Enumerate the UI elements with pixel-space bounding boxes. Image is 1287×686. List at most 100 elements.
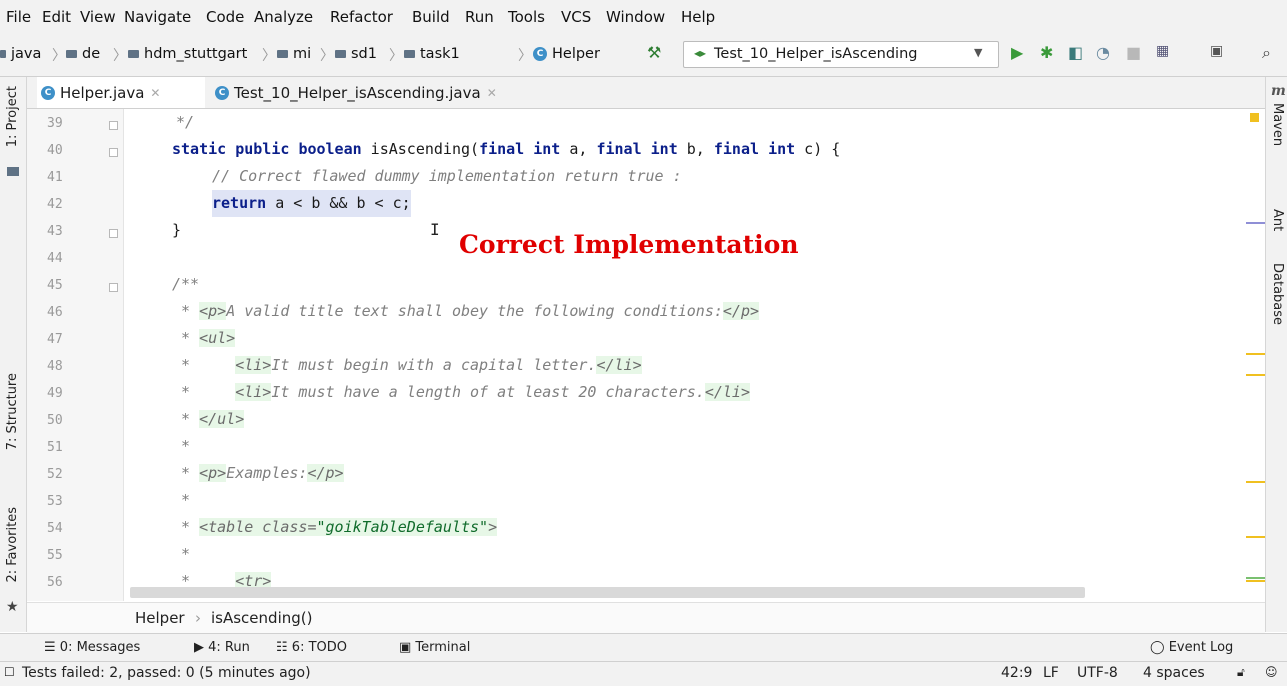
menu-navigate[interactable]: Navigate <box>124 8 191 26</box>
folder-icon <box>335 50 346 58</box>
tool-terminal[interactable]: ▣ Terminal <box>399 640 470 655</box>
breadcrumb-helper[interactable]: C Helper <box>533 46 600 62</box>
line-number: 55 <box>47 548 63 563</box>
todo-icon: ☷ <box>276 640 292 655</box>
star-icon: ★ <box>6 599 19 615</box>
menu-analyze[interactable]: Analyze <box>254 8 313 26</box>
left-tool-strip: 1: Project 7: Structure 2: Favorites ★ <box>0 77 27 632</box>
line-number: 45 <box>47 278 63 293</box>
breadcrumb-method[interactable]: isAscending() <box>211 609 312 627</box>
panel-toggle-icon[interactable]: ☐ <box>4 665 15 679</box>
menu-vcs[interactable]: VCS <box>561 8 591 26</box>
line-separator[interactable]: LF <box>1043 665 1059 681</box>
code-line-43: } <box>172 221 182 239</box>
tool-todo[interactable]: ☷ 6: TODO <box>276 640 347 655</box>
line-number: 50 <box>47 413 63 428</box>
line-number: 56 <box>47 575 63 590</box>
line-number: 39 <box>47 116 63 131</box>
menu-window[interactable]: Window <box>606 8 665 26</box>
right-tool-strip: m Maven Ant Database <box>1265 77 1287 632</box>
tab-maven[interactable]: Maven <box>1270 103 1285 146</box>
chevron-right-icon: 〉 <box>389 48 403 64</box>
line-number: 51 <box>47 440 63 455</box>
horizontal-scrollbar[interactable] <box>130 587 1085 598</box>
code-line-42: return a < b && b < c; <box>212 190 411 217</box>
fold-marker-icon[interactable] <box>109 283 118 292</box>
fold-marker-icon[interactable] <box>109 121 118 130</box>
chevron-right-icon: 〉 <box>518 48 532 64</box>
menu-build[interactable]: Build <box>412 8 450 26</box>
chevron-right-icon: 〉 <box>320 48 334 64</box>
tab-ant[interactable]: Ant <box>1270 209 1285 231</box>
tab-project[interactable]: 1: Project <box>5 86 20 147</box>
code-line-49: * <li>It must have a length of at least … <box>172 383 750 401</box>
tool-messages[interactable]: ☰ 0: Messages <box>44 640 140 655</box>
coverage-icon[interactable]: ◧ <box>1068 43 1083 62</box>
error-stripe[interactable] <box>1246 109 1265 601</box>
run-icon[interactable]: ▶ <box>1011 43 1023 62</box>
fold-marker-icon[interactable] <box>109 229 118 238</box>
folder-icon <box>7 167 19 176</box>
tab-favorites[interactable]: 2: Favorites <box>5 507 20 583</box>
chevron-right-icon: 〉 <box>52 48 66 64</box>
change-marker <box>1246 577 1265 579</box>
test-class-icon: C <box>215 85 229 100</box>
class-icon: C <box>533 47 547 61</box>
breadcrumb-mi[interactable]: mi <box>277 46 311 62</box>
breadcrumb-de[interactable]: de <box>66 46 100 62</box>
hammer-build-icon[interactable]: ⚒ <box>647 43 661 62</box>
project-structure-icon[interactable]: ▦ <box>1156 43 1169 59</box>
text-cursor-icon: Ι <box>430 220 440 239</box>
code-line-53: * <box>172 491 191 509</box>
status-message[interactable]: Tests failed: 2, passed: 0 (5 minutes ag… <box>22 665 311 681</box>
junit-icon: ◂▸ <box>694 46 707 60</box>
debug-icon[interactable]: ✱ <box>1040 43 1053 62</box>
menu-tools[interactable]: Tools <box>508 8 545 26</box>
breadcrumb-task1[interactable]: task1 <box>404 46 460 62</box>
chevron-right-icon: 〉 <box>262 48 276 64</box>
code-line-55: * <box>172 545 191 563</box>
tool-run[interactable]: ▶ 4: Run <box>194 640 250 655</box>
menu-bar: File Edit View Navigate Code Analyze Ref… <box>0 0 1287 34</box>
inspector-icon[interactable]: ☺ <box>1265 665 1278 679</box>
caret-position[interactable]: 42:9 <box>1001 665 1032 681</box>
tool-window-bar: ☰ 0: Messages ▶ 4: Run ☷ 6: TODO ▣ Termi… <box>0 633 1287 662</box>
indent-setting[interactable]: 4 spaces <box>1143 665 1205 681</box>
breadcrumb-sd1[interactable]: sd1 <box>335 46 377 62</box>
code-editor[interactable]: */ static public boolean isAscending(fin… <box>124 109 1252 601</box>
breadcrumb-hdm-stuttgart[interactable]: hdm_stuttgart <box>128 46 247 62</box>
menu-file[interactable]: File <box>6 8 31 26</box>
breadcrumb-java[interactable]: java <box>0 46 41 62</box>
close-icon[interactable]: ✕ <box>487 86 497 100</box>
menu-run[interactable]: Run <box>465 8 494 26</box>
tab-test-helper-java[interactable]: C Test_10_Helper_isAscending.java ✕ <box>213 77 558 108</box>
profile-icon[interactable]: ◔ <box>1096 43 1110 62</box>
close-icon[interactable]: ✕ <box>150 86 160 100</box>
code-line-52: * <p>Examples:</p> <box>172 464 344 482</box>
run-configuration-select[interactable]: ◂▸ Test_10_Helper_isAscending ▼ <box>683 41 999 68</box>
breadcrumb-class[interactable]: Helper <box>135 609 185 627</box>
warning-status-icon <box>1250 113 1259 122</box>
file-encoding[interactable]: UTF-8 <box>1077 665 1118 681</box>
tool-event-log[interactable]: ◯ Event Log <box>1150 640 1233 655</box>
line-number: 43 <box>47 224 63 239</box>
fold-marker-icon[interactable] <box>109 148 118 157</box>
terminal-toggle-icon[interactable]: ▣ <box>1210 43 1223 59</box>
warning-marker <box>1246 481 1265 483</box>
search-icon[interactable]: ⌕ <box>1262 43 1271 63</box>
menu-edit[interactable]: Edit <box>42 8 71 26</box>
lock-icon[interactable]: 🔓︎ <box>1237 665 1245 680</box>
annotation-label: Correct Implementation <box>459 230 799 259</box>
chevron-right-icon: 〉 <box>113 48 127 64</box>
line-number: 40 <box>47 143 63 158</box>
menu-refactor[interactable]: Refactor <box>330 8 393 26</box>
menu-view[interactable]: View <box>80 8 116 26</box>
tab-structure[interactable]: 7: Structure <box>5 373 20 450</box>
code-line-54: * <table class="goikTableDefaults"> <box>172 518 498 536</box>
menu-help[interactable]: Help <box>681 8 715 26</box>
stop-icon[interactable]: ■ <box>1126 43 1141 62</box>
code-line-39: */ <box>176 113 195 131</box>
menu-code[interactable]: Code <box>206 8 244 26</box>
tab-helper-java[interactable]: C Helper.java ✕ <box>37 77 205 108</box>
tab-database[interactable]: Database <box>1270 263 1285 325</box>
